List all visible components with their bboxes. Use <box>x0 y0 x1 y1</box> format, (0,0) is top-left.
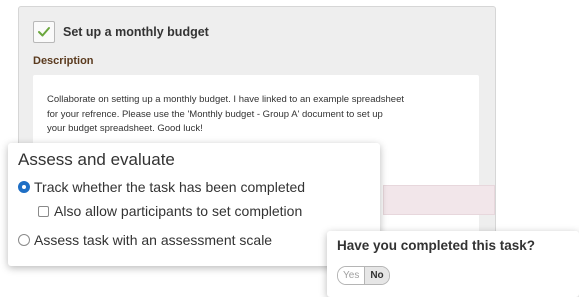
description-line: Collaborate on setting up a monthly budg… <box>47 94 405 105</box>
task-header: Set up a monthly budget <box>33 21 209 43</box>
radio-unselected-icon[interactable] <box>18 234 30 246</box>
track-completion-label: Track whether the task has been complete… <box>34 179 306 195</box>
toggle-no[interactable]: No <box>364 267 389 284</box>
radio-selected-icon[interactable] <box>18 181 30 193</box>
assess-title: Assess and evaluate <box>18 150 175 169</box>
input-field[interactable] <box>383 185 495 215</box>
description-line: your budget spreadsheet. Good luck! <box>47 123 203 134</box>
assessment-scale-label: Assess task with an assessment scale <box>34 232 273 248</box>
completion-card: Have you completed this task? Yes No <box>327 231 579 297</box>
description-text: Collaborate on setting up a monthly budg… <box>47 93 457 137</box>
checkbox-icon[interactable] <box>38 205 49 217</box>
description-line: for your refrence. Please use the 'Month… <box>47 108 383 120</box>
assess-panel: Assess and evaluate Track whether the ta… <box>8 143 380 266</box>
description-label: Description <box>33 55 94 67</box>
participant-completion-label: Also allow participants to set completio… <box>54 203 303 219</box>
participant-completion-option[interactable]: Also allow participants to set completio… <box>38 203 302 219</box>
completion-question: Have you completed this task? <box>337 238 536 253</box>
check-document-icon <box>33 21 55 43</box>
completion-toggle[interactable]: Yes No <box>337 266 390 285</box>
assessment-scale-option[interactable]: Assess task with an assessment scale <box>18 232 272 248</box>
task-title: Set up a monthly budget <box>63 25 209 39</box>
track-completion-option[interactable]: Track whether the task has been complete… <box>18 179 305 195</box>
toggle-yes[interactable]: Yes <box>338 267 365 284</box>
